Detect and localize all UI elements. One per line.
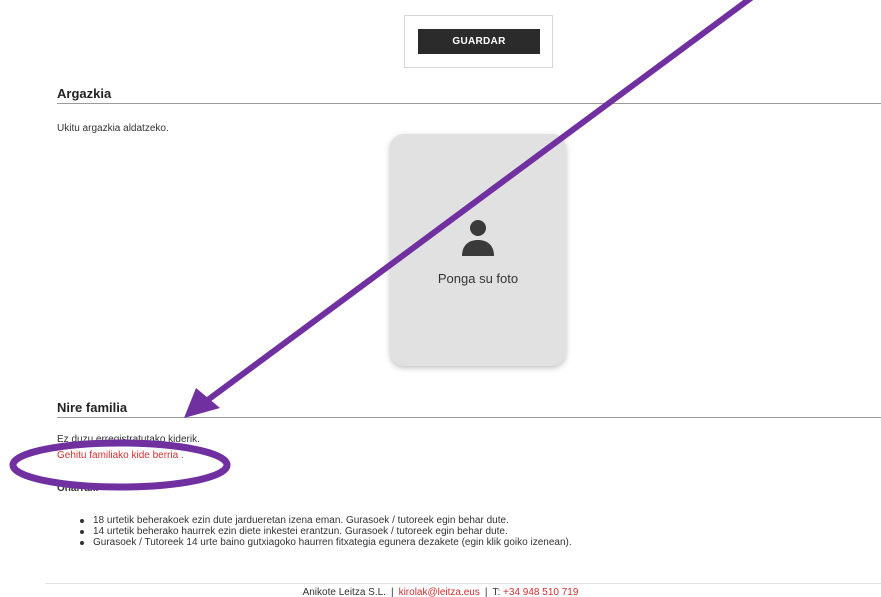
footer-separator: | xyxy=(484,587,488,597)
family-section-title: Nire familia xyxy=(57,400,128,415)
footer-company: Anikote Leitza S.L. xyxy=(302,587,386,597)
list-item: 14 urtetik beherako haurrek ezin diete i… xyxy=(80,526,572,537)
family-section-divider xyxy=(57,417,881,418)
user-icon xyxy=(462,220,494,256)
footer-email-link[interactable]: kirolak@leitza.eus xyxy=(399,587,480,597)
footer-phone-prefix: T: xyxy=(492,587,501,597)
list-item: 18 urtetik beherakoek ezin dute jarduere… xyxy=(80,515,572,526)
photo-section-divider xyxy=(57,103,881,104)
list-item: Gurasoek / Tutoreek 14 urte baino gutxia… xyxy=(80,537,572,548)
photo-placeholder-label: Ponga su foto xyxy=(437,271,519,286)
footer-separator: | xyxy=(390,587,394,597)
no-members-text: Ez duzu erregistratutako kiderik. xyxy=(57,434,200,445)
profile-photo-placeholder[interactable]: Ponga su foto xyxy=(390,134,566,366)
footer: Anikote Leitza S.L. | kirolak@leitza.eus | T… xyxy=(0,587,881,597)
photo-hint: Ukitu argazkia aldatzeko. xyxy=(57,123,169,134)
save-panel: GUARDAR xyxy=(404,15,553,68)
notes-label: Oharrak: xyxy=(57,483,99,494)
photo-section-title: Argazkia xyxy=(57,86,112,101)
save-button[interactable]: GUARDAR xyxy=(418,29,540,54)
footer-divider xyxy=(45,583,881,584)
footer-phone-link[interactable]: +34 948 510 719 xyxy=(503,587,578,597)
annotation-arrow-head xyxy=(184,388,220,418)
notes-list: 18 urtetik beherakoek ezin dute jarduere… xyxy=(80,515,572,548)
add-family-member-link[interactable]: Gehitu familiako kide berria . xyxy=(57,450,184,461)
